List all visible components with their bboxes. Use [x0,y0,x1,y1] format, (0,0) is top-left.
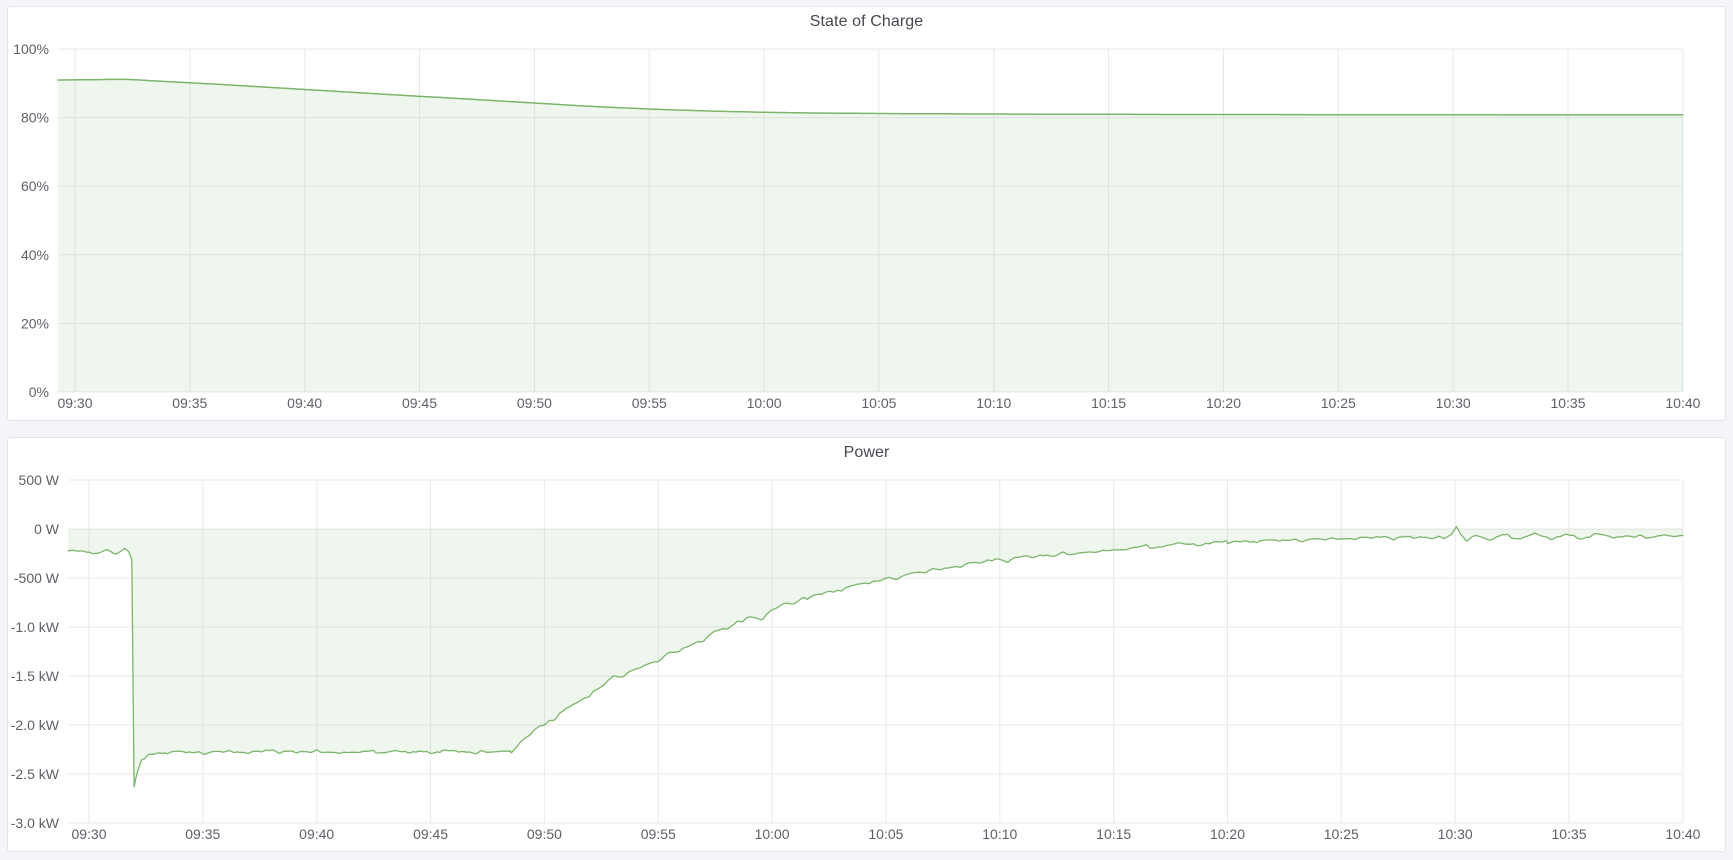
svg-text:09:55: 09:55 [632,395,667,411]
svg-text:10:10: 10:10 [982,826,1017,842]
svg-text:10:40: 10:40 [1665,826,1700,842]
panel-title-power[interactable]: Power [844,444,890,462]
svg-text:10:00: 10:00 [747,395,782,411]
panel-header: State of Charge [8,7,1725,37]
svg-text:10:15: 10:15 [1091,395,1126,411]
dashboard: State of Charge 100%80%60%40%20%0%09:300… [0,0,1733,852]
svg-text:20%: 20% [21,315,49,331]
svg-text:-2.5 kW: -2.5 kW [11,766,60,782]
svg-text:10:20: 10:20 [1206,395,1241,411]
svg-text:09:45: 09:45 [413,826,448,842]
plot-area[interactable]: 100%80%60%40%20%0%09:3009:3509:4009:4509… [8,37,1723,420]
svg-text:09:40: 09:40 [299,826,334,842]
svg-text:09:35: 09:35 [172,395,207,411]
svg-text:09:35: 09:35 [185,826,220,842]
svg-text:10:25: 10:25 [1321,395,1356,411]
svg-text:500 W: 500 W [19,472,60,488]
svg-text:09:45: 09:45 [402,395,437,411]
svg-text:-1.0 kW: -1.0 kW [11,619,60,635]
svg-text:100%: 100% [13,41,49,57]
svg-text:0%: 0% [29,384,49,400]
svg-text:09:40: 09:40 [287,395,322,411]
svg-text:10:30: 10:30 [1436,395,1471,411]
svg-text:09:30: 09:30 [71,826,106,842]
svg-text:-3.0 kW: -3.0 kW [11,815,60,831]
plot-area[interactable]: 500 W 0 W -500 W -1.0 kW -1.5 kW -2.0 kW -2.5 … [8,468,1723,851]
svg-text:10:25: 10:25 [1324,826,1359,842]
svg-text:10:40: 10:40 [1665,395,1700,411]
svg-text:40%: 40% [21,247,49,263]
svg-text:10:35: 10:35 [1551,826,1586,842]
power-chart[interactable]: 500 W 0 W -500 W -1.0 kW -1.5 kW -2.0 kW -2.5 … [8,468,1725,851]
svg-text:10:30: 10:30 [1438,826,1473,842]
svg-text:10:15: 10:15 [1096,826,1131,842]
series-fill [68,527,1683,787]
svg-text:10:00: 10:00 [755,826,790,842]
svg-text:09:50: 09:50 [527,826,562,842]
svg-text:09:55: 09:55 [641,826,676,842]
svg-text:09:30: 09:30 [57,395,92,411]
svg-text:0 W: 0 W [34,521,60,537]
svg-text:-2.0 kW: -2.0 kW [11,717,60,733]
svg-text:80%: 80% [21,110,49,126]
svg-text:10:05: 10:05 [861,395,896,411]
svg-text:09:50: 09:50 [517,395,552,411]
svg-text:60%: 60% [21,178,49,194]
panel-state-of-charge: State of Charge 100%80%60%40%20%0%09:300… [7,6,1726,421]
y-axis-labels: 100% 80% 60% 40% 20% 0% [13,41,49,400]
panel-title-state-of-charge[interactable]: State of Charge [810,13,924,31]
y-axis-labels: 500 W 0 W -500 W -1.0 kW -1.5 kW -2.0 kW -2.5 … [11,472,60,831]
panel-power: Power 500 W 0 W -500 W -1.0 kW -1.5 kW -2.0 k… [7,437,1726,852]
state-of-charge-chart[interactable]: 100%80%60%40%20%0%09:3009:3509:4009:4509… [8,37,1725,420]
svg-text:-500 W: -500 W [14,570,60,586]
svg-text:10:20: 10:20 [1210,826,1245,842]
x-axis-labels: 09:30 09:35 09:40 09:45 09:50 09:55 10:00 10:05… [71,826,1700,842]
series-fill [58,79,1683,392]
svg-text:-1.5 kW: -1.5 kW [11,668,60,684]
svg-text:10:35: 10:35 [1550,395,1585,411]
svg-text:10:05: 10:05 [868,826,903,842]
panel-header: Power [8,438,1725,468]
svg-text:10:10: 10:10 [976,395,1011,411]
x-axis-labels: 09:30 09:35 09:40 09:45 09:50 09:55 10:00 10:05… [57,395,1700,411]
